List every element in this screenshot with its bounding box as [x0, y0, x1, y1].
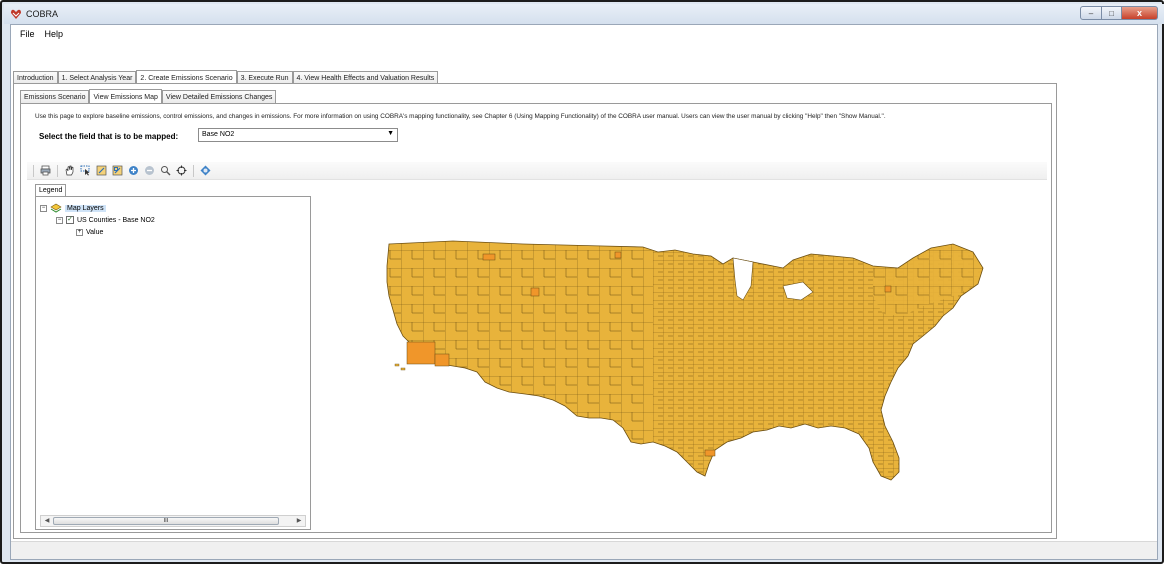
- legend-panel: − Map Layers − ✓ US Counties - Base NO2: [35, 196, 311, 530]
- map-toolbar: [27, 162, 1047, 180]
- dropdown-arrow-icon[interactable]: ▼: [387, 130, 394, 137]
- map-layers-label[interactable]: Map Layers: [65, 204, 106, 212]
- legend-horizontal-scrollbar[interactable]: ◀ III ▶: [40, 515, 306, 527]
- us-counties-map[interactable]: [313, 196, 1047, 530]
- expand-toggle-icon[interactable]: +: [76, 229, 83, 236]
- sub-tab-strip: Emissions Scenario View Emissions Map Vi…: [20, 88, 277, 105]
- layer-label[interactable]: US Counties - Base NO2: [77, 217, 155, 224]
- close-button[interactable]: x: [1122, 6, 1158, 20]
- scroll-right-icon[interactable]: ▶: [293, 516, 305, 526]
- toolbar-grip: [33, 164, 34, 177]
- status-bar: [11, 541, 1157, 559]
- select-icon[interactable]: [79, 164, 92, 177]
- identify-icon[interactable]: [159, 164, 172, 177]
- menu-bar: File Help: [11, 25, 1157, 43]
- title-bar: COBRA – □ x: [4, 4, 1164, 24]
- pan-hand-icon[interactable]: [63, 164, 76, 177]
- menu-help[interactable]: Help: [40, 29, 69, 39]
- toolbar-separator: [193, 164, 194, 177]
- emissions-map-panel: Use this page to explore baseline emissi…: [20, 103, 1052, 533]
- scroll-left-icon[interactable]: ◀: [41, 516, 53, 526]
- legend-tab[interactable]: Legend: [35, 184, 67, 196]
- zoom-in-icon[interactable]: [127, 164, 140, 177]
- tab-view-detailed-emissions-changes[interactable]: View Detailed Emissions Changes: [161, 90, 277, 104]
- field-row[interactable]: + Value: [76, 229, 103, 236]
- layer-visibility-checkbox[interactable]: ✓: [66, 216, 74, 224]
- california-islands: [394, 363, 406, 371]
- client-area: File Help Introduction 1. Select Analysi…: [10, 24, 1158, 560]
- tab-emissions-scenario[interactable]: Emissions Scenario: [20, 90, 90, 104]
- full-extent-icon[interactable]: [175, 164, 188, 177]
- tree-root-row[interactable]: − Map Layers: [40, 203, 106, 213]
- main-tab-panel: Emissions Scenario View Emissions Map Vi…: [13, 83, 1057, 539]
- field-select-value: Base NO2: [202, 131, 235, 138]
- menu-file[interactable]: File: [15, 29, 40, 39]
- globe-icon[interactable]: [199, 164, 212, 177]
- maximize-button[interactable]: □: [1102, 6, 1122, 20]
- window-controls: – □ x: [1080, 6, 1158, 20]
- zoom-out-box-icon[interactable]: [111, 164, 124, 177]
- field-select-label: Select the field that is to be mapped:: [39, 132, 179, 141]
- field-label[interactable]: Value: [86, 229, 103, 236]
- toolbar-separator: [57, 164, 58, 177]
- map-view[interactable]: [313, 196, 1047, 530]
- zoom-in-box-icon[interactable]: [95, 164, 108, 177]
- map-layers-icon: [50, 203, 62, 213]
- collapse-toggle-icon[interactable]: −: [56, 216, 63, 224]
- window-title: COBRA: [26, 9, 59, 19]
- field-select-dropdown[interactable]: Base NO2 ▼: [198, 128, 398, 142]
- print-icon[interactable]: [39, 164, 52, 177]
- zoom-out-icon[interactable]: [143, 164, 156, 177]
- app-window: COBRA – □ x File Help Introduction 1. Se…: [0, 0, 1164, 564]
- cobra-app-icon: [11, 9, 21, 19]
- scroll-thumb[interactable]: III: [53, 517, 279, 525]
- page-description: Use this page to explore baseline emissi…: [35, 113, 886, 120]
- minimize-button[interactable]: –: [1080, 6, 1102, 20]
- layer-row[interactable]: − ✓ US Counties - Base NO2: [56, 216, 155, 224]
- collapse-toggle-icon[interactable]: −: [40, 204, 47, 212]
